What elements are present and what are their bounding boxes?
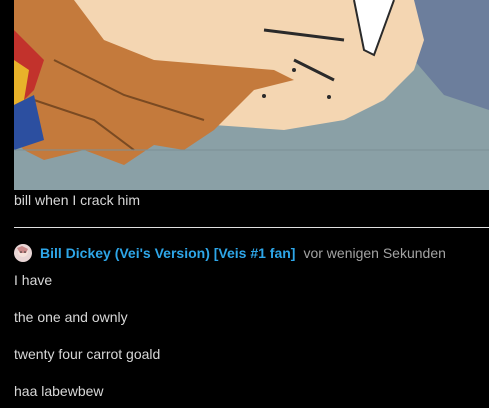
- comment-text-line: I have: [14, 272, 53, 288]
- post-caption: bill when I crack him: [14, 192, 141, 208]
- comment-text-line: haa labewbew: [14, 383, 104, 399]
- divider: [14, 227, 489, 228]
- comment-author-link[interactable]: Bill Dickey (Vei's Version) [Veis #1 fan…: [40, 245, 295, 261]
- comment-timestamp[interactable]: vor wenigen Sekunden: [303, 245, 445, 261]
- post-image[interactable]: [14, 0, 489, 190]
- comment-text-line: twenty four carrot goald: [14, 346, 161, 362]
- comment-header: Bill Dickey (Vei's Version) [Veis #1 fan…: [14, 243, 446, 263]
- avatar[interactable]: [14, 244, 32, 262]
- comment-text-line: the one and ownly: [14, 309, 128, 325]
